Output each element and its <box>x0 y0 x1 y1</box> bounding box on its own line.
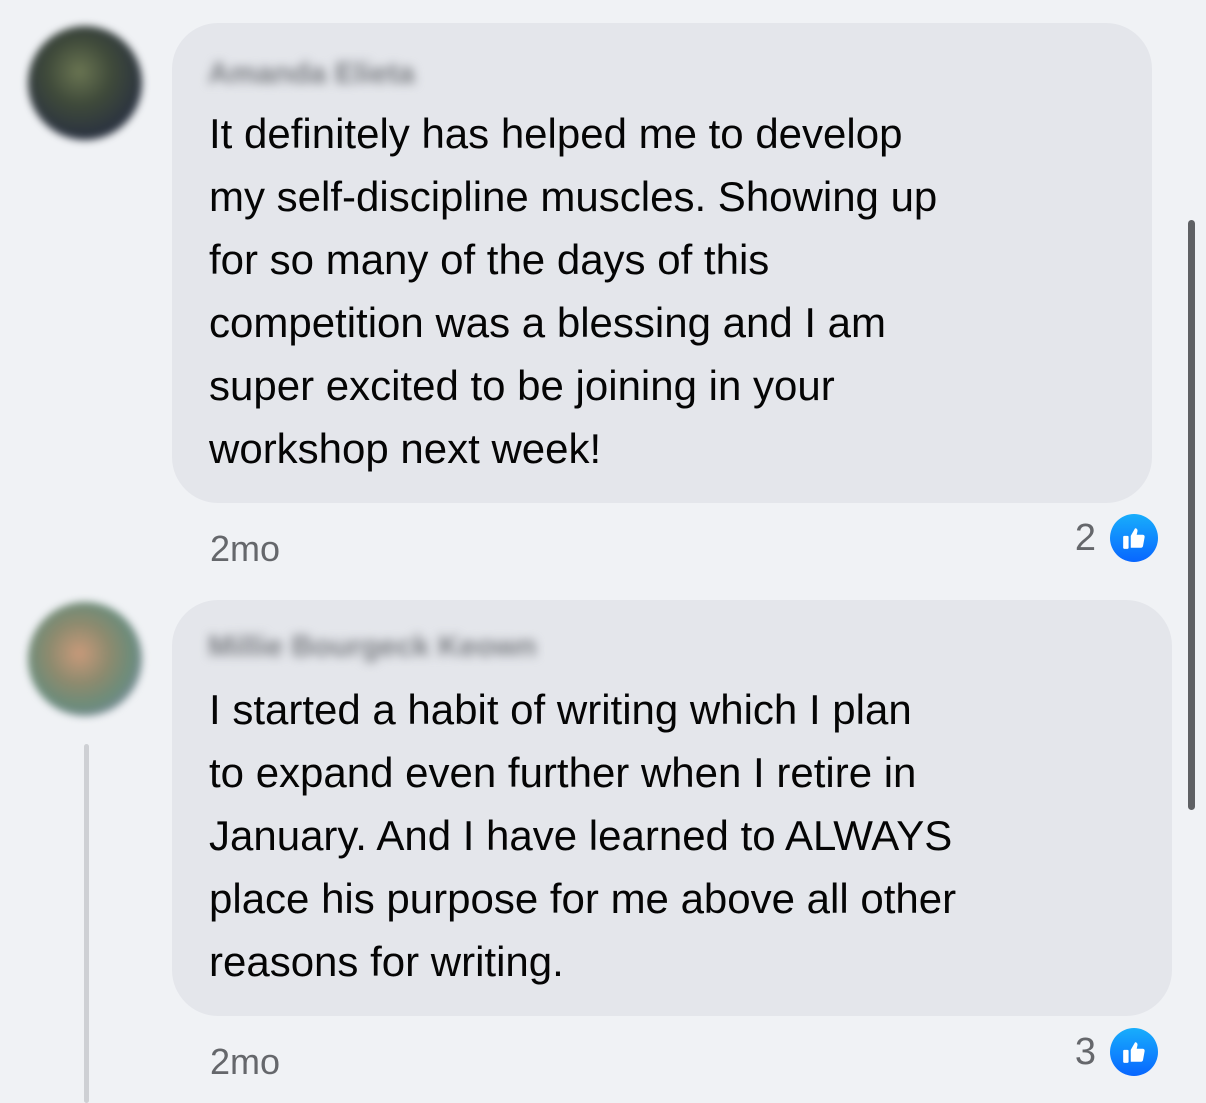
comment-timestamp[interactable]: 2mo <box>210 528 280 570</box>
comment-author[interactable]: Millie Bourgeck Keown <box>208 630 536 664</box>
like-icon <box>1110 1028 1158 1076</box>
reaction-count: 3 <box>1074 1030 1096 1073</box>
like-icon <box>1110 514 1158 562</box>
comment-text: It definitely has helped me to develop m… <box>209 110 938 472</box>
avatar[interactable] <box>28 602 142 716</box>
scrollbar[interactable] <box>1188 220 1195 810</box>
comment-text: I started a habit of writing which I pla… <box>209 686 957 985</box>
comment-timestamp[interactable]: 2mo <box>210 1041 280 1083</box>
comment-bubble: Amanda Elieta It definitely has helped m… <box>172 23 1152 503</box>
reaction-summary[interactable]: 3 <box>1075 1028 1158 1076</box>
reply-thread-line <box>84 744 89 1103</box>
comment-author[interactable]: Amanda Elieta <box>208 57 415 91</box>
reaction-summary[interactable]: 2 <box>1075 514 1158 562</box>
reaction-count: 2 <box>1074 516 1096 559</box>
comments-thread: Amanda Elieta It definitely has helped m… <box>0 0 1206 1103</box>
avatar[interactable] <box>28 26 142 140</box>
comment-bubble: Millie Bourgeck Keown I started a habit … <box>172 600 1172 1016</box>
